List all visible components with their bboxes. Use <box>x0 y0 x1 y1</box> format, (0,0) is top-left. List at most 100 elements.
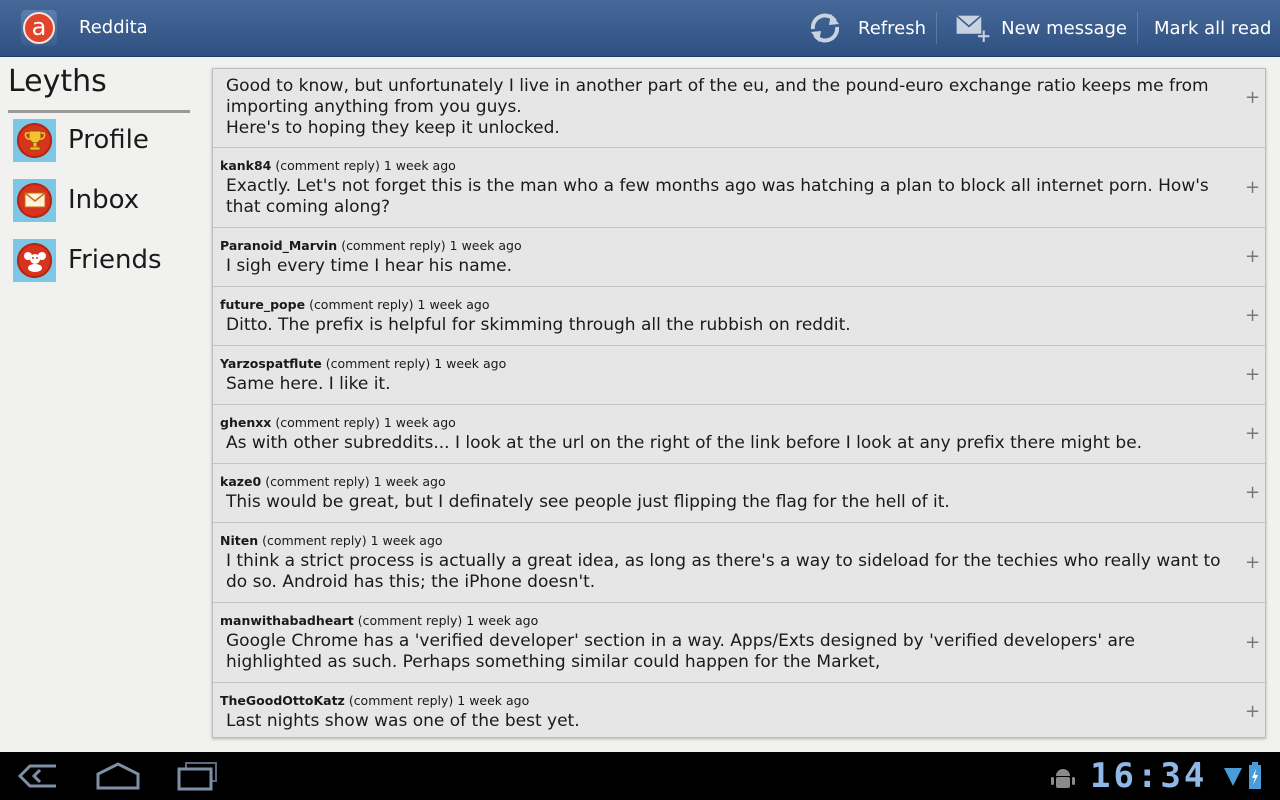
mark-all-read-label: Mark all read <box>1154 17 1272 39</box>
list-item[interactable]: kank84 (comment reply) 1 week ago Exactl… <box>213 148 1265 228</box>
comment-body: Exactly. Let's not forget this is the ma… <box>226 176 1209 217</box>
comment-type: (comment reply) <box>275 415 380 430</box>
comment-author[interactable]: future_pope <box>220 297 305 312</box>
comment-author[interactable]: Yarzospatflute <box>220 356 322 371</box>
comment-type: (comment reply) <box>265 474 370 489</box>
comment-author[interactable]: Niten <box>220 533 258 548</box>
app-logo-letter: a <box>23 12 55 44</box>
comment-type: (comment reply) <box>341 238 446 253</box>
sidebar-item-inbox[interactable]: Inbox <box>13 178 203 222</box>
comment-time: 1 week ago <box>457 693 530 708</box>
comment-time: 1 week ago <box>370 533 443 548</box>
recent-apps-icon[interactable] <box>176 760 220 792</box>
expand-icon[interactable]: + <box>1245 248 1260 266</box>
comment-meta: ghenxx (comment reply) 1 week ago <box>220 415 456 430</box>
battery-icon[interactable] <box>1248 762 1262 790</box>
new-message-label: New message <box>1001 17 1127 39</box>
refresh-icon <box>810 13 840 43</box>
username-heading: Leyths <box>8 64 107 99</box>
comment-time: 1 week ago <box>417 297 490 312</box>
expand-icon[interactable]: + <box>1245 554 1260 572</box>
system-bar: 16:34 <box>0 752 1280 800</box>
comment-meta: Paranoid_Marvin (comment reply) 1 week a… <box>220 238 522 253</box>
sidebar-item-profile[interactable]: Profile <box>13 118 203 162</box>
list-item[interactable]: ghenxx (comment reply) 1 week ago As wit… <box>213 405 1265 464</box>
new-message-button[interactable]: New message <box>955 0 1127 56</box>
comment-type: (comment reply) <box>357 613 463 628</box>
home-icon[interactable] <box>96 760 140 792</box>
list-item[interactable]: kaze0 (comment reply) 1 week ago This wo… <box>213 464 1265 523</box>
comment-meta: Yarzospatflute (comment reply) 1 week ag… <box>220 356 506 371</box>
expand-icon[interactable]: + <box>1245 366 1260 384</box>
comment-author[interactable]: ghenxx <box>220 415 271 430</box>
list-item[interactable]: TheGoodOttoKatz (comment reply) 1 week a… <box>213 683 1265 737</box>
list-item[interactable]: Yarzospatflute (comment reply) 1 week ag… <box>213 346 1265 405</box>
mark-all-read-button[interactable]: Mark all read <box>1154 0 1274 56</box>
comment-time: 1 week ago <box>373 474 446 489</box>
comment-time: 1 week ago <box>449 238 522 253</box>
expand-icon[interactable]: + <box>1245 425 1260 443</box>
comment-time: 1 week ago <box>383 158 456 173</box>
envelope-icon <box>13 178 56 222</box>
comment-time: 1 week ago <box>383 415 456 430</box>
list-item[interactable]: Good to know, but unfortunately I live i… <box>213 69 1265 148</box>
expand-icon[interactable]: + <box>1245 703 1260 721</box>
action-bar: a Reddita Refresh New message Mark all r… <box>0 0 1280 56</box>
comment-body: Same here. I like it. <box>226 374 391 394</box>
list-item[interactable]: Niten (comment reply) 1 week ago I think… <box>213 523 1265 603</box>
comment-meta: kaze0 (comment reply) 1 week ago <box>220 474 446 489</box>
sidebar-item-label: Profile <box>68 125 149 155</box>
app-logo-icon[interactable]: a <box>21 10 57 46</box>
comment-type: (comment reply) <box>325 356 431 371</box>
comment-meta: manwithabadheart (comment reply) 1 week … <box>220 613 538 628</box>
list-item[interactable]: manwithabadheart (comment reply) 1 week … <box>213 603 1265 683</box>
inbox-comment-list[interactable]: Good to know, but unfortunately I live i… <box>212 68 1266 738</box>
action-bar-divider <box>936 12 937 44</box>
sidebar-item-label: Friends <box>68 245 162 275</box>
refresh-label: Refresh <box>858 17 926 39</box>
comment-author[interactable]: manwithabadheart <box>220 613 354 628</box>
comment-body: Last nights show was one of the best yet… <box>226 711 580 731</box>
comment-body: As with other subreddits... I look at th… <box>226 433 1143 453</box>
comment-meta: TheGoodOttoKatz (comment reply) 1 week a… <box>220 693 529 708</box>
trophy-icon <box>13 118 56 162</box>
friends-icon <box>13 238 56 282</box>
comment-meta: future_pope (comment reply) 1 week ago <box>220 297 490 312</box>
comment-type: (comment reply) <box>309 297 414 312</box>
comment-author[interactable]: Paranoid_Marvin <box>220 238 337 253</box>
android-debug-icon[interactable] <box>1050 766 1076 790</box>
sidebar-item-friends[interactable]: Friends <box>13 238 203 282</box>
new-message-icon <box>956 15 990 42</box>
comment-type: (comment reply) <box>348 693 454 708</box>
action-bar-divider <box>1137 12 1138 44</box>
expand-icon[interactable]: + <box>1245 89 1260 107</box>
expand-icon[interactable]: + <box>1245 307 1260 325</box>
comment-time: 1 week ago <box>434 356 507 371</box>
comment-time: 1 week ago <box>466 613 539 628</box>
username-divider <box>8 110 190 113</box>
comment-author[interactable]: kank84 <box>220 158 271 173</box>
comment-author[interactable]: kaze0 <box>220 474 261 489</box>
comment-type: (comment reply) <box>262 533 367 548</box>
comment-author[interactable]: TheGoodOttoKatz <box>220 693 345 708</box>
expand-icon[interactable]: + <box>1245 634 1260 652</box>
status-clock[interactable]: 16:34 <box>1090 756 1207 796</box>
app-title: Reddita <box>79 17 148 38</box>
wifi-signal-icon[interactable] <box>1224 766 1242 788</box>
comment-body: This would be great, but I definately se… <box>226 492 950 512</box>
comment-body: Google Chrome has a 'verified developer'… <box>226 631 1135 672</box>
comment-meta: Niten (comment reply) 1 week ago <box>220 533 443 548</box>
comment-meta: kank84 (comment reply) 1 week ago <box>220 158 456 173</box>
comment-body: I think a strict process is actually a g… <box>226 551 1221 592</box>
back-icon[interactable] <box>16 760 60 792</box>
comment-body: I sigh every time I hear his name. <box>226 256 513 276</box>
expand-icon[interactable]: + <box>1245 179 1260 197</box>
comment-body: Ditto. The prefix is helpful for skimmin… <box>226 315 851 335</box>
expand-icon[interactable]: + <box>1245 484 1260 502</box>
comment-type: (comment reply) <box>275 158 380 173</box>
refresh-button[interactable]: Refresh <box>806 0 932 56</box>
list-item[interactable]: future_pope (comment reply) 1 week ago D… <box>213 287 1265 346</box>
list-item[interactable]: Paranoid_Marvin (comment reply) 1 week a… <box>213 228 1265 287</box>
comment-body: Good to know, but unfortunately I live i… <box>226 76 1209 138</box>
sidebar-item-label: Inbox <box>68 185 140 215</box>
